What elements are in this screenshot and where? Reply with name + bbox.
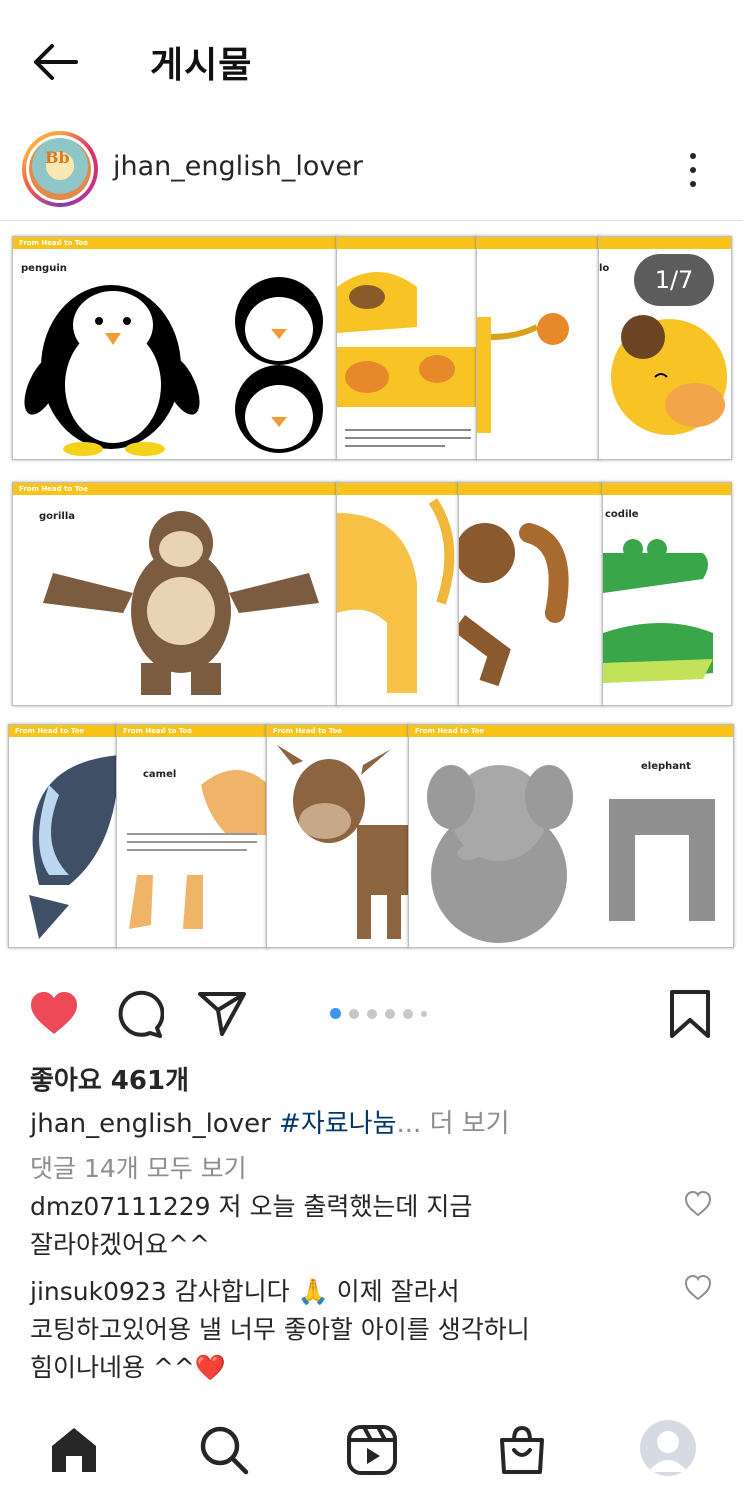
post-header: Bb jhan_english_lover [0,125,743,221]
giraffe-illustration [337,272,477,447]
caption-ellipsis: ... [396,1109,422,1139]
home-icon [52,1428,96,1472]
sheet-giraffe-1 [336,236,478,460]
heart-outline-icon [684,1274,712,1301]
comment-icon [118,990,165,1038]
likes-count[interactable]: 좋아요 461개 [30,1060,189,1097]
comment-2: jinsuk0923 감사합니다 🙏 이제 잘라서 코팅하고있어용 낼 너무 좋… [30,1273,650,1387]
page-title: 게시물 [150,45,253,86]
sheet-whale: From Head to Toe [8,724,118,948]
comment-1-text: 저 오늘 출력했는데 지금 [210,1192,473,1221]
share-button[interactable] [196,988,248,1040]
comment-2-username[interactable]: jinsuk0923 [30,1277,167,1306]
avatar-text: Bb [45,148,70,167]
like-button[interactable] [28,988,80,1040]
profile-avatar-icon [648,1431,688,1472]
sheet-donkey: From Head to Toe [266,724,410,948]
heart-filled-icon [31,992,77,1034]
carousel-indicator [330,1008,427,1019]
caption-username[interactable]: jhan_english_lover [30,1109,271,1139]
elephant-illustration [427,765,715,943]
comment-2-text-3: 힘이나네용 ^^❤️ [30,1353,226,1382]
bottom-nav [0,1408,743,1498]
author-username[interactable]: jhan_english_lover [113,151,363,182]
comment-button[interactable] [112,988,165,1040]
comment-1-username[interactable]: dmz07111229 [30,1192,211,1221]
send-icon [198,992,246,1036]
caption-hashtag[interactable]: #자료나눔 [279,1109,396,1139]
top-bar: 게시물 [0,0,743,120]
sheet-penguin: From Head to Toe penguin [12,236,338,460]
sheet-monkey [458,482,604,706]
search-icon [200,1426,249,1475]
nav-profile-avatar[interactable] [640,1420,696,1476]
penguin-illustration [24,277,323,456]
more-link[interactable]: 더 보기 [421,1109,510,1139]
back-button[interactable] [30,38,86,86]
more-dots-icon [690,153,696,159]
sheet-giraffe-2 [476,236,600,460]
nav-shop[interactable] [494,1422,550,1478]
shop-icon [500,1425,544,1474]
arrow-left-icon [34,44,78,80]
view-all-comments-link[interactable]: 댓글 14개 모두 보기 [30,1149,247,1185]
sheet-lion [336,482,460,706]
author-avatar[interactable]: Bb [22,131,98,207]
post-caption: jhan_english_lover #자료나눔... 더 보기 [30,1103,510,1140]
sheet-gorilla: From Head to Toe gorilla [12,482,338,706]
comment-1: dmz07111229 저 오늘 출력했는데 지금 잘라야겠어요^^ [30,1188,650,1264]
sheet-crocodile: codile [602,482,732,706]
comment-1-like-button[interactable] [684,1190,712,1218]
sheet-elephant: From Head to Toe elephant [408,724,734,948]
comment-2-text: 감사합니다 🙏 이제 잘라서 [166,1277,460,1306]
post-actions [0,980,743,1050]
comment-1-text-2: 잘라야겠어요^^ [30,1230,210,1259]
gorilla-illustration [43,511,319,695]
carousel-dot-active [330,1008,341,1019]
heart-outline-icon [684,1190,712,1217]
more-options-button[interactable] [678,147,708,193]
comment-2-like-button[interactable] [684,1274,712,1302]
nav-home[interactable] [46,1422,102,1478]
post-media[interactable]: 1/7 From Head to Toe penguin lo From Hea… [0,226,743,966]
bookmark-icon [670,990,710,1038]
media-counter: 1/7 [634,254,714,306]
comment-2-text-2: 코팅하고있어용 낼 너무 좋아할 아이를 생각하니 [30,1315,530,1344]
sheet-camel: From Head to Toe camel [116,724,268,948]
nav-search[interactable] [196,1422,252,1478]
reels-icon [347,1425,397,1475]
save-button[interactable] [664,988,716,1040]
nav-reels[interactable] [344,1422,400,1478]
